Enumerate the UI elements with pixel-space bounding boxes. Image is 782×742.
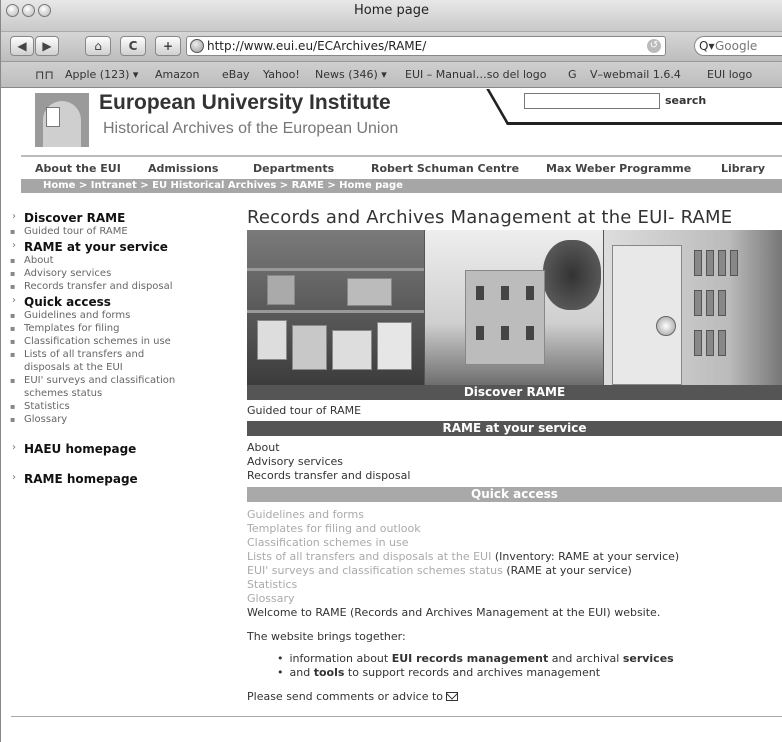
welcome-text: Welcome to RAME (Records and Archives Ma… bbox=[247, 606, 661, 619]
advisory-link[interactable]: Advisory services bbox=[247, 455, 782, 469]
quick-item: Glossary bbox=[247, 592, 295, 605]
quick-access-list: Guidelines and forms Templates for filin… bbox=[247, 508, 782, 606]
google-placeholder: Google bbox=[715, 39, 758, 53]
site-search-button[interactable]: search bbox=[665, 94, 706, 107]
address-bar[interactable]: http://www.eui.eu/ECArchives/RAME/ ↺ bbox=[186, 36, 666, 56]
nav-departments[interactable]: Departments bbox=[253, 162, 334, 175]
service-list: About Advisory services Records transfer… bbox=[247, 441, 782, 483]
bookmark-item[interactable]: Apple (123) ▾ bbox=[65, 68, 138, 81]
about-link[interactable]: About bbox=[247, 441, 782, 455]
sidebar-item[interactable]: ▪ Guided tour of RAME bbox=[10, 225, 230, 238]
quick-item: Templates for filing and outlook bbox=[247, 522, 421, 535]
list-item: information about EUI records management… bbox=[289, 652, 782, 666]
sidebar-item[interactable]: ▪ Glossary bbox=[10, 413, 230, 426]
bookmark-item[interactable]: Amazon bbox=[155, 68, 199, 81]
page-title: Records and Archives Management at the E… bbox=[247, 207, 733, 228]
bullet-icon: ▪ bbox=[10, 227, 16, 236]
google-search-field[interactable]: Q▾ Google bbox=[694, 36, 782, 56]
sidebar-item[interactable]: ▪ Advisory services bbox=[10, 267, 230, 280]
building-photo bbox=[425, 230, 603, 385]
chevron-right-icon: › bbox=[12, 442, 16, 453]
sidebar-item[interactable]: ▪ Statistics bbox=[10, 400, 230, 413]
bookmarks-bar: ⊓⊓ Apple (123) ▾ Amazon eBay Yahoo! News… bbox=[1, 62, 782, 88]
window-title: Home page bbox=[354, 3, 429, 18]
sidebar-section-quick[interactable]: › Quick access bbox=[10, 295, 230, 309]
sidebar: › Discover RAME ▪ Guided tour of RAME › RAM… bbox=[10, 209, 230, 486]
bookmark-item[interactable]: V–webmail 1.6.4 bbox=[590, 68, 681, 81]
back-button[interactable]: ◀ bbox=[10, 36, 34, 56]
records-transfer-link[interactable]: Records transfer and disposal bbox=[247, 469, 782, 483]
vault-door-photo bbox=[604, 230, 782, 385]
magnifier-icon: Q▾ bbox=[699, 39, 715, 53]
browser-toolbar: ◀ ▶ ⌂ C + http://www.eui.eu/ECArchives/R… bbox=[1, 32, 782, 62]
forward-button[interactable]: ▶ bbox=[35, 36, 59, 56]
bookmark-item[interactable]: News (346) ▾ bbox=[315, 68, 387, 81]
chevron-right-icon: › bbox=[12, 295, 16, 306]
top-navigation: About the EUI Admissions Departments Rob… bbox=[21, 155, 782, 179]
nav-library[interactable]: Library bbox=[721, 162, 765, 175]
quick-item: Lists of all transfers and disposals at … bbox=[247, 550, 680, 563]
globe-icon bbox=[190, 39, 204, 53]
sidebar-item[interactable]: ▪ About bbox=[10, 254, 230, 267]
brings-text: The website brings together: bbox=[247, 630, 406, 643]
discover-rame-bar: Discover RAME bbox=[247, 385, 782, 400]
sidebar-item[interactable]: ▪ EUI' surveys and classification schemes… bbox=[10, 374, 205, 400]
add-bookmark-button[interactable]: + bbox=[155, 36, 181, 56]
bookmark-item[interactable]: eBay bbox=[222, 68, 250, 81]
sidebar-item[interactable]: ▪ Guidelines and forms bbox=[10, 309, 230, 322]
bookmark-item[interactable]: Yahoo! bbox=[263, 68, 300, 81]
sidebar-item[interactable]: ▪ Templates for filing bbox=[10, 322, 230, 335]
list-item: and tools to support records and archive… bbox=[289, 666, 782, 680]
title-bar: Home page bbox=[1, 0, 782, 32]
quick-access-bar: Quick access bbox=[247, 487, 782, 502]
nav-admissions[interactable]: Admissions bbox=[148, 162, 218, 175]
sidebar-item[interactable]: ▪ Lists of all transfers and disposals at… bbox=[10, 348, 185, 374]
site-title[interactable]: European University Institute bbox=[99, 91, 391, 115]
bookmark-item[interactable]: G bbox=[568, 68, 577, 81]
sidebar-link-rame[interactable]: › RAME homepage bbox=[10, 472, 230, 486]
archive-boxes-photo bbox=[247, 230, 424, 385]
open-book-icon[interactable]: ⊓⊓ bbox=[35, 68, 54, 82]
nav-robert-schuman[interactable]: Robert Schuman Centre bbox=[371, 162, 519, 175]
nav-about-eui[interactable]: About the EUI bbox=[35, 162, 121, 175]
chevron-right-icon: › bbox=[12, 240, 16, 251]
sidebar-section-service[interactable]: › RAME at your service bbox=[10, 240, 230, 254]
guided-tour-link[interactable]: Guided tour of RAME bbox=[247, 404, 782, 418]
quick-item: Guidelines and forms bbox=[247, 508, 364, 521]
quick-item: Classification schemes in use bbox=[247, 536, 409, 549]
page-divider bbox=[11, 716, 782, 717]
web-page: European University Institute Historical… bbox=[2, 89, 782, 742]
site-search-input[interactable] bbox=[524, 93, 660, 109]
features-list: information about EUI records management… bbox=[289, 652, 782, 680]
bookmark-item[interactable]: EUI – Manual…so del logo bbox=[405, 68, 546, 81]
site-subtitle: Historical Archives of the European Unio… bbox=[103, 120, 399, 137]
mail-icon[interactable] bbox=[446, 692, 459, 701]
header-photo-collage bbox=[247, 230, 782, 385]
feedback-text: Please send comments or advice to bbox=[247, 690, 782, 704]
sidebar-link-haeu[interactable]: › HAEU homepage bbox=[10, 442, 230, 456]
chevron-right-icon: › bbox=[12, 211, 16, 222]
sidebar-section-discover[interactable]: › Discover RAME bbox=[10, 211, 230, 225]
snapback-icon[interactable]: ↺ bbox=[647, 39, 661, 53]
quick-item: Statistics bbox=[247, 578, 298, 591]
rame-service-bar: RAME at your service bbox=[247, 421, 782, 436]
chevron-right-icon: › bbox=[12, 472, 16, 483]
url-text: http://www.eui.eu/ECArchives/RAME/ bbox=[207, 39, 427, 53]
sidebar-item[interactable]: ▪ Records transfer and disposal bbox=[10, 280, 230, 293]
main-content: Records and Archives Management at the E… bbox=[247, 207, 782, 704]
eui-logo[interactable] bbox=[35, 93, 89, 147]
reload-button[interactable]: C bbox=[120, 36, 146, 56]
quick-item: EUI' surveys and classification schemes … bbox=[247, 564, 632, 577]
sidebar-item[interactable]: ▪ Classification schemes in use bbox=[10, 335, 230, 348]
bookmark-item[interactable]: EUI logo bbox=[707, 68, 752, 81]
nav-max-weber[interactable]: Max Weber Programme bbox=[546, 162, 691, 175]
home-button[interactable]: ⌂ bbox=[85, 36, 111, 56]
browser-window: Home page ◀ ▶ ⌂ C + http://www.eui.eu/EC… bbox=[0, 0, 782, 742]
breadcrumb[interactable]: Home > Intranet > EU Historical Archives… bbox=[21, 179, 782, 193]
